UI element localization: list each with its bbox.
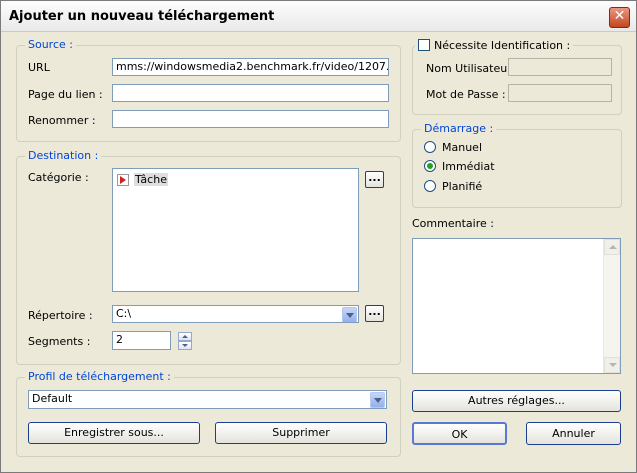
- startup-option-immediate[interactable]: Immédiat: [424, 160, 544, 174]
- category-browse-button[interactable]: ...: [365, 171, 384, 188]
- category-task-icon: [117, 174, 129, 186]
- segments-stepper[interactable]: [178, 332, 192, 350]
- close-button[interactable]: ✕: [609, 7, 630, 28]
- directory-browse-button[interactable]: ...: [365, 305, 384, 322]
- chevron-down-icon[interactable]: [370, 392, 385, 408]
- startup-option-manual[interactable]: Manuel: [424, 141, 544, 155]
- ok-button[interactable]: OK: [412, 422, 507, 445]
- save-as-button[interactable]: Enregistrer sous...: [28, 422, 200, 444]
- url-input[interactable]: mms://windowsmedia2.benchmark.fr/video/1…: [112, 58, 389, 76]
- cancel-button[interactable]: Annuler: [526, 422, 621, 445]
- comment-scrollbar[interactable]: [603, 239, 620, 373]
- segments-label: Segments :: [28, 335, 91, 348]
- chevron-down-icon[interactable]: [342, 307, 357, 322]
- source-legend: Source :: [25, 38, 76, 51]
- username-input: [508, 58, 612, 76]
- url-label: URL: [28, 61, 50, 74]
- rename-label: Renommer :: [28, 114, 96, 127]
- password-input: [508, 84, 612, 102]
- password-label: Mot de Passe :: [426, 88, 506, 101]
- auth-checkbox-row[interactable]: Nécessite Identification :: [415, 38, 574, 53]
- segments-input[interactable]: 2: [112, 331, 171, 350]
- destination-legend: Destination :: [25, 149, 102, 162]
- profile-value: Default: [32, 392, 73, 405]
- auth-group: [412, 45, 622, 115]
- window-title: Ajouter un nouveau téléchargement: [9, 9, 275, 24]
- category-item-label: Tâche: [134, 173, 168, 186]
- scroll-down-icon[interactable]: [604, 357, 620, 373]
- spin-down-icon[interactable]: [178, 341, 192, 350]
- scroll-up-icon[interactable]: [604, 239, 620, 255]
- title-bar[interactable]: Ajouter un nouveau téléchargement ✕: [1, 1, 636, 32]
- close-icon: ✕: [613, 8, 626, 24]
- directory-combo[interactable]: C:\: [112, 305, 359, 323]
- radio-scheduled[interactable]: [424, 180, 436, 192]
- radio-manual[interactable]: [424, 141, 436, 153]
- username-label: Nom Utilisateur :: [426, 62, 519, 75]
- radio-scheduled-label: Planifié: [442, 180, 483, 193]
- radio-manual-label: Manuel: [442, 141, 482, 154]
- dialog-window: Ajouter un nouveau téléchargement ✕ Sour…: [0, 0, 637, 473]
- comment-label: Commentaire :: [412, 217, 494, 230]
- more-settings-button[interactable]: Autres réglages...: [412, 390, 621, 412]
- delete-button[interactable]: Supprimer: [215, 422, 387, 444]
- radio-immediate[interactable]: [424, 160, 436, 172]
- directory-value: C:\: [116, 307, 132, 320]
- category-label: Catégorie :: [28, 171, 89, 184]
- directory-label: Répertoire :: [28, 309, 93, 322]
- profile-combo[interactable]: Default: [28, 390, 387, 409]
- link-page-label: Page du lien :: [28, 88, 103, 101]
- spin-up-icon[interactable]: [178, 332, 192, 341]
- auth-checkbox-label: Nécessite Identification :: [434, 39, 571, 52]
- startup-option-scheduled[interactable]: Planifié: [424, 180, 544, 194]
- profile-group: Profil de téléchargement :: [16, 370, 401, 457]
- startup-legend: Démarrage :: [421, 122, 497, 135]
- rename-input[interactable]: [112, 110, 389, 128]
- auth-checkbox[interactable]: [418, 39, 430, 51]
- profile-legend: Profil de téléchargement :: [25, 370, 174, 383]
- radio-immediate-label: Immédiat: [442, 160, 495, 173]
- category-list[interactable]: Tâche: [112, 168, 359, 292]
- comment-textarea[interactable]: [412, 238, 621, 374]
- link-page-input[interactable]: [112, 84, 389, 102]
